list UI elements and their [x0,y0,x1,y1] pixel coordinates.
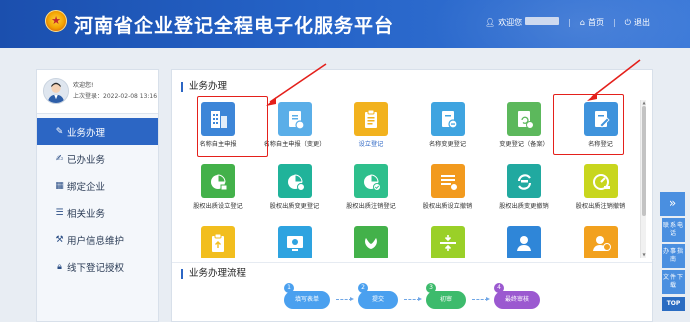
file-download-button[interactable]: 文件下载 [662,270,685,294]
contact-phone-button[interactable]: 联系电话 [662,218,685,242]
annotation-arrows [266,59,641,106]
guide-button[interactable]: 办事指南 [662,244,685,268]
back-to-top-button[interactable]: TOP [662,297,685,311]
collapse-toggle-button[interactable]: » [660,192,685,216]
